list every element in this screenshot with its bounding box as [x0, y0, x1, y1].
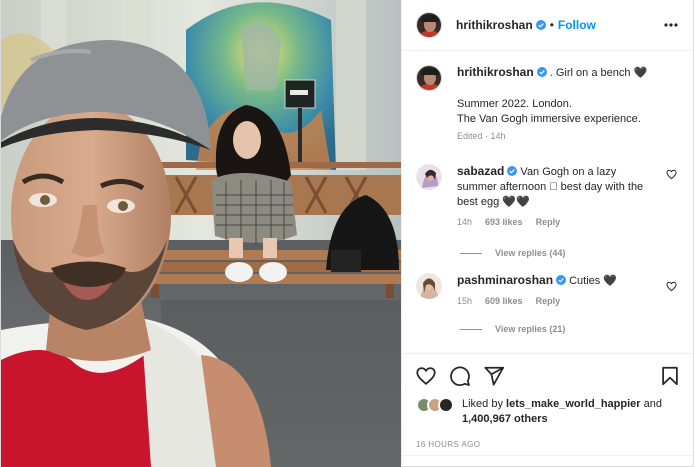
comment-time[interactable]: 14h — [457, 215, 472, 230]
reply-button[interactable]: Reply — [536, 215, 561, 230]
caption-username[interactable]: hrithikroshan — [457, 65, 534, 79]
post-caption: hrithikroshan . Girl on a bench 🖤 Summer… — [416, 65, 679, 144]
likes-and: and — [643, 398, 662, 410]
selfie-image — [1, 0, 401, 467]
paper-plane-icon[interactable] — [483, 365, 505, 387]
view-replies-label: View replies (44) — [495, 248, 566, 258]
action-bar — [402, 353, 693, 397]
commenter-username[interactable]: pashminaroshan — [457, 273, 553, 287]
verified-badge-icon — [536, 67, 547, 77]
comment-item: pashminaroshan Cuties 🖤 15h 609 likes Re… — [416, 273, 679, 309]
comment-like-heart-icon[interactable] — [666, 169, 677, 180]
reply-button[interactable]: Reply — [536, 294, 561, 309]
verified-badge-icon — [556, 275, 567, 285]
more-horizontal-icon — [664, 23, 678, 27]
view-replies-button[interactable]: View replies (44) — [460, 248, 679, 258]
caption-meta: Edited · 14h — [457, 131, 506, 141]
caption-text: . Girl on a bench 🖤 — [549, 67, 648, 79]
verified-badge-icon — [535, 20, 546, 30]
caption-avatar[interactable] — [416, 65, 442, 91]
replies-divider — [460, 252, 482, 254]
post-timestamp[interactable]: 16 HOURS AGO — [402, 435, 693, 455]
header-separator: • — [549, 18, 554, 32]
liker-avatars[interactable] — [416, 397, 456, 413]
author-username[interactable]: hrithikroshan — [456, 18, 533, 32]
author-avatar[interactable] — [416, 12, 442, 38]
likes-summary: Liked by lets_make_world_happier and 1,4… — [402, 397, 693, 435]
likes-prefix: Liked by — [462, 398, 503, 410]
caption-line: The Van Gogh immersive experience. — [457, 113, 641, 125]
more-options-button[interactable] — [661, 15, 681, 35]
comment-likes[interactable]: 609 likes — [485, 294, 523, 309]
follow-button[interactable]: Follow — [558, 18, 596, 32]
comment-like-heart-icon[interactable] — [666, 281, 677, 292]
comment-time[interactable]: 15h — [457, 294, 472, 309]
add-comment-bar — [402, 455, 693, 467]
liker-username[interactable]: lets_make_world_happier — [506, 398, 641, 410]
post-side-panel: hrithikroshan • Follow hrithikroshan . G… — [401, 0, 693, 467]
comment-likes[interactable]: 693 likes — [485, 215, 523, 230]
verified-badge-icon — [507, 166, 518, 176]
commenter-avatar[interactable] — [416, 273, 442, 299]
replies-divider — [460, 328, 482, 330]
post-header: hrithikroshan • Follow — [402, 0, 693, 51]
instagram-post: hrithikroshan • Follow hrithikroshan . G… — [0, 0, 694, 467]
heart-icon[interactable] — [415, 365, 437, 387]
post-photo[interactable] — [1, 0, 401, 467]
liker-avatar — [438, 397, 454, 413]
comments-list[interactable]: hrithikroshan . Girl on a bench 🖤 Summer… — [402, 51, 693, 353]
comment-icon[interactable] — [449, 365, 471, 387]
comment-text: Cuties 🖤 — [569, 275, 618, 287]
likes-others[interactable]: 1,400,967 others — [462, 413, 548, 425]
view-replies-button[interactable]: View replies (21) — [460, 324, 679, 334]
view-replies-label: View replies (21) — [495, 324, 566, 334]
comment-item: sabazad Van Gogh on a lazy summer aftern… — [416, 164, 679, 230]
bookmark-icon[interactable] — [659, 365, 681, 387]
commenter-avatar[interactable] — [416, 164, 442, 190]
caption-line: Summer 2022. London. — [457, 98, 572, 110]
commenter-username[interactable]: sabazad — [457, 164, 504, 178]
